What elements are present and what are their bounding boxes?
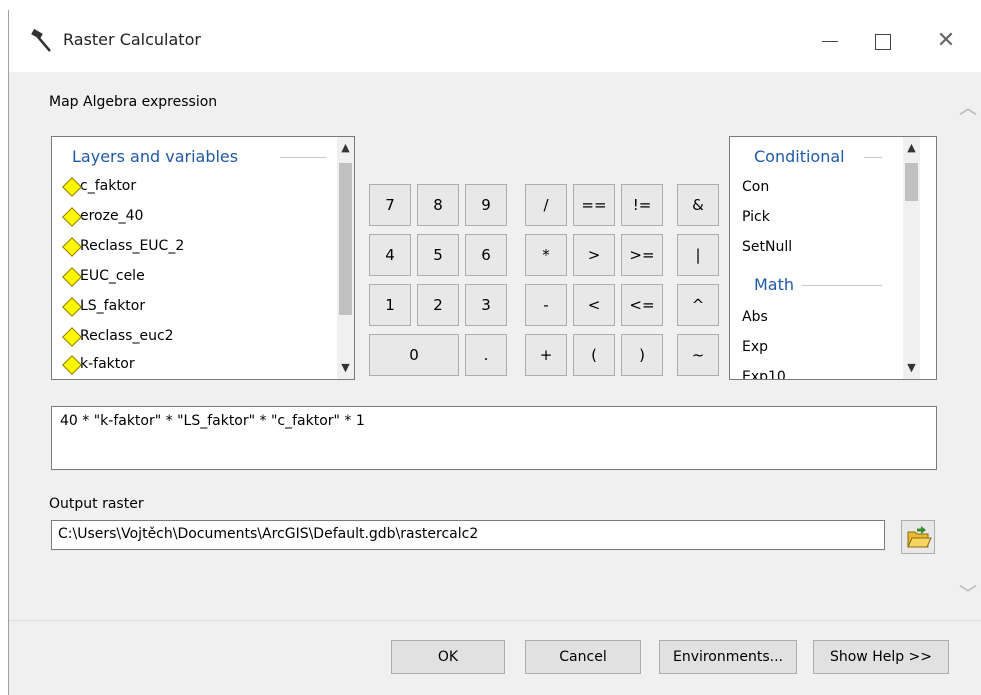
key-xor[interactable]: ^ bbox=[677, 284, 719, 326]
key-9[interactable]: 9 bbox=[465, 184, 507, 226]
raster-layer-diamond-icon bbox=[63, 238, 80, 255]
key-0[interactable]: 0 bbox=[369, 334, 459, 376]
key-equal[interactable]: == bbox=[573, 184, 615, 226]
key-6[interactable]: 6 bbox=[465, 234, 507, 276]
layers-heading: Layers and variables bbox=[72, 147, 239, 166]
close-icon: ✕ bbox=[936, 28, 956, 53]
raster-layer-diamond-icon bbox=[63, 268, 80, 285]
show-help-button[interactable]: Show Help >> bbox=[813, 640, 949, 674]
output-raster-label: Output raster bbox=[49, 496, 144, 512]
expression-label: Map Algebra expression bbox=[49, 94, 218, 110]
cancel-button[interactable]: Cancel bbox=[525, 640, 641, 674]
layer-label: k-faktor bbox=[80, 356, 135, 372]
functions-scrollbar[interactable]: ▲ ▼ bbox=[903, 137, 920, 379]
key-or[interactable]: | bbox=[677, 234, 719, 276]
layer-item[interactable]: Reclass_euc2 bbox=[60, 321, 174, 351]
raster-layer-diamond-icon bbox=[63, 178, 80, 195]
minimize-button[interactable] bbox=[813, 24, 847, 58]
key-divide[interactable]: / bbox=[525, 184, 567, 226]
layer-item[interactable]: c_faktor bbox=[60, 171, 136, 201]
title-bar: Raster Calculator ✕ bbox=[9, 10, 981, 72]
key-3[interactable]: 3 bbox=[465, 284, 507, 326]
footer-divider bbox=[9, 620, 981, 621]
scroll-up-icon[interactable]: ▲ bbox=[337, 139, 354, 157]
heading-divider bbox=[280, 157, 326, 158]
hammer-icon bbox=[31, 28, 51, 52]
layer-item[interactable]: Reclass_EUC_2 bbox=[60, 231, 184, 261]
open-folder-icon bbox=[907, 526, 932, 548]
raster-layer-diamond-icon bbox=[63, 208, 80, 225]
raster-calculator-dialog: Raster Calculator ✕ Map Algebra expressi… bbox=[8, 10, 981, 695]
key-greater-equal[interactable]: >= bbox=[621, 234, 663, 276]
function-item[interactable]: SetNull bbox=[742, 239, 792, 255]
maximize-button[interactable] bbox=[865, 24, 899, 58]
key-minus[interactable]: - bbox=[525, 284, 567, 326]
heading-divider bbox=[864, 157, 882, 158]
layer-item[interactable]: eroze_40 bbox=[60, 201, 143, 231]
conditional-heading: Conditional bbox=[754, 147, 845, 166]
key-less-equal[interactable]: <= bbox=[621, 284, 663, 326]
layer-label: LS_faktor bbox=[80, 298, 146, 314]
key-close-paren[interactable]: ) bbox=[621, 334, 663, 376]
key-1[interactable]: 1 bbox=[369, 284, 411, 326]
key-not[interactable]: ~ bbox=[677, 334, 719, 376]
scroll-thumb[interactable] bbox=[339, 163, 352, 315]
function-item[interactable]: Abs bbox=[742, 309, 768, 325]
function-item[interactable]: Exp bbox=[742, 339, 768, 355]
math-heading: Math bbox=[754, 275, 795, 294]
key-decimal[interactable]: . bbox=[465, 334, 507, 376]
key-multiply[interactable]: * bbox=[525, 234, 567, 276]
layer-label: eroze_40 bbox=[80, 208, 144, 224]
key-not-equal[interactable]: != bbox=[621, 184, 663, 226]
browse-button[interactable] bbox=[901, 520, 935, 554]
key-5[interactable]: 5 bbox=[417, 234, 459, 276]
key-4[interactable]: 4 bbox=[369, 234, 411, 276]
ok-button[interactable]: OK bbox=[391, 640, 505, 674]
scroll-up-icon[interactable]: ▲ bbox=[903, 139, 920, 157]
scroll-down-icon[interactable]: ▼ bbox=[903, 359, 920, 377]
function-item[interactable]: Pick bbox=[742, 209, 770, 225]
key-7[interactable]: 7 bbox=[369, 184, 411, 226]
key-open-paren[interactable]: ( bbox=[573, 334, 615, 376]
functions-list[interactable]: Conditional Con Pick SetNull Math Abs Ex… bbox=[729, 136, 937, 380]
chevron-up-icon[interactable]: ︿ bbox=[959, 94, 977, 120]
key-and[interactable]: & bbox=[677, 184, 719, 226]
layers-scrollbar[interactable]: ▲ ▼ bbox=[337, 137, 354, 379]
layers-list[interactable]: Layers and variables c_faktor eroze_40 R… bbox=[51, 136, 355, 380]
expression-input[interactable]: 40 * "k-faktor" * "LS_faktor" * "c_fakto… bbox=[51, 406, 937, 470]
output-raster-input[interactable]: C:\Users\Vojtěch\Documents\ArcGIS\Defaul… bbox=[51, 520, 885, 550]
layer-label: Reclass_euc2 bbox=[80, 328, 174, 344]
heading-divider bbox=[802, 285, 882, 286]
layer-item[interactable]: k-faktor bbox=[60, 349, 135, 379]
layer-item[interactable]: LS_faktor bbox=[60, 291, 145, 321]
key-less[interactable]: < bbox=[573, 284, 615, 326]
chevron-down-icon[interactable]: ﹀ bbox=[959, 580, 977, 606]
environments-button[interactable]: Environments... bbox=[659, 640, 797, 674]
raster-layer-diamond-icon bbox=[63, 298, 80, 315]
function-item[interactable]: Con bbox=[742, 179, 769, 195]
raster-layer-diamond-icon bbox=[63, 328, 80, 345]
raster-layer-diamond-icon bbox=[63, 356, 80, 373]
close-button[interactable]: ✕ bbox=[929, 24, 963, 58]
key-plus[interactable]: + bbox=[525, 334, 567, 376]
key-2[interactable]: 2 bbox=[417, 284, 459, 326]
window-title: Raster Calculator bbox=[63, 30, 201, 49]
scroll-thumb[interactable] bbox=[905, 163, 918, 201]
key-greater[interactable]: > bbox=[573, 234, 615, 276]
function-item[interactable]: Exp10 bbox=[742, 369, 786, 379]
layer-label: Reclass_EUC_2 bbox=[80, 238, 185, 254]
key-8[interactable]: 8 bbox=[417, 184, 459, 226]
layer-label: EUC_cele bbox=[80, 268, 145, 284]
scroll-down-icon[interactable]: ▼ bbox=[337, 359, 354, 377]
layer-item[interactable]: EUC_cele bbox=[60, 261, 145, 291]
layer-label: c_faktor bbox=[80, 178, 137, 194]
